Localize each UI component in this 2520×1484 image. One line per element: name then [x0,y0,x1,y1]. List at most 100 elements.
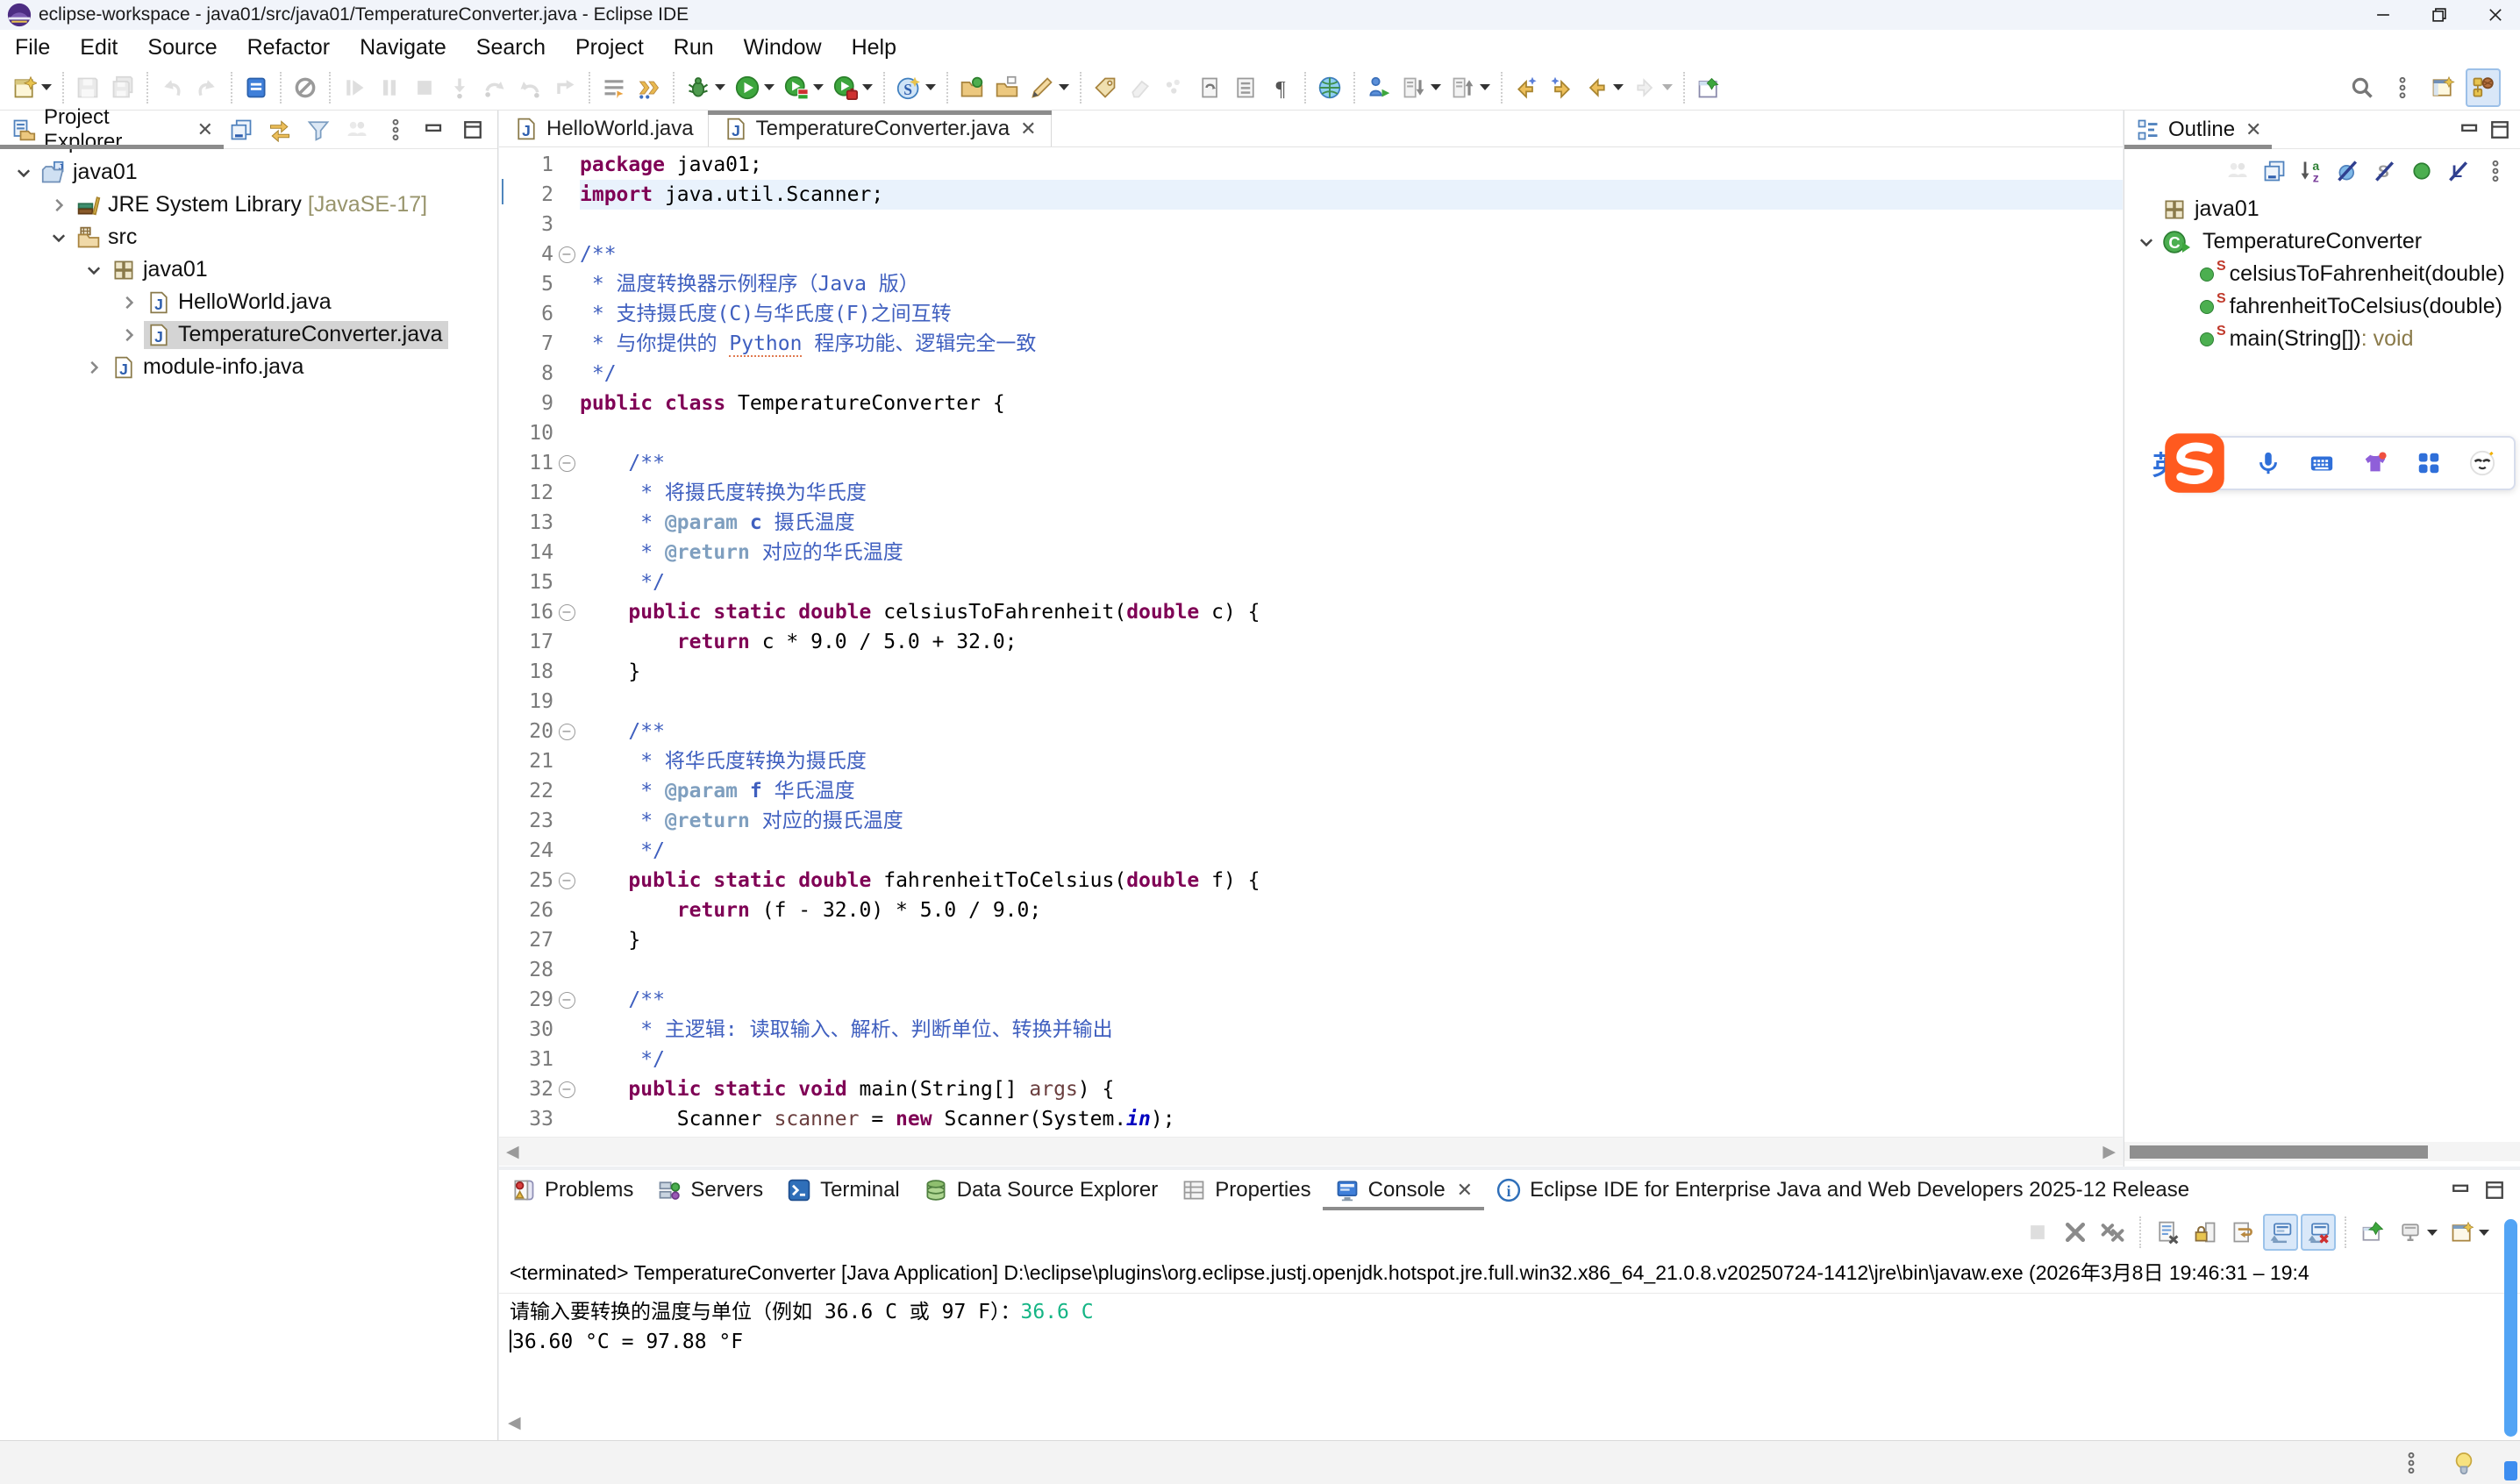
outline-item-main-string-[interactable]: Smain(String[]) : void [2124,323,2520,355]
annotation-ruler[interactable] [499,717,517,746]
code-text[interactable]: Scanner scanner = new Scanner(System.in)… [580,1104,2123,1134]
code-text[interactable]: import java.util.Scanner; [580,180,2123,210]
fold-column[interactable] [553,418,580,448]
annotation-ruler[interactable] [499,746,517,776]
next-annotation-button[interactable] [1396,68,1446,107]
ime-microphone-button[interactable] [2251,445,2286,482]
line-number[interactable]: 33 [517,1104,553,1134]
status-overflow-button[interactable] [2394,1445,2429,1481]
previous-annotation-dropdown-icon[interactable] [1480,84,1490,90]
fold-collapse-icon[interactable]: – [559,1081,575,1098]
smart-assist-button[interactable] [2446,1445,2481,1481]
filter-button[interactable] [301,111,336,149]
annotation-ruler[interactable] [499,776,517,806]
line-number[interactable]: 21 [517,746,553,776]
code-text[interactable]: return c * 9.0 / 5.0 + 32.0; [580,627,2123,657]
code-text[interactable]: } [580,657,2123,687]
fold-column[interactable] [553,657,580,687]
bottom-tab-console[interactable]: Console✕ [1323,1170,1485,1210]
fold-column[interactable] [553,836,580,866]
sogou-logo-icon[interactable] [2163,432,2226,495]
new-wizard-dropdown-icon[interactable] [41,84,52,90]
code-text[interactable]: * 将华氏度转换为摄氏度 [580,746,2123,776]
line-number[interactable]: 24 [517,836,553,866]
next-annotation-dropdown-icon[interactable] [1431,84,1441,90]
open-resource-button[interactable] [989,68,1024,107]
menu-project[interactable]: Project [560,30,659,65]
menu-help[interactable]: Help [837,30,911,65]
code-line-16[interactable]: 16– public static double celsiusToFahren… [499,597,2123,627]
annotation-ruler[interactable] [499,538,517,567]
code-line-22[interactable]: 22 * @param f 华氏温度 [499,776,2123,806]
line-number[interactable]: 13 [517,508,553,538]
code-text[interactable]: public static void main(String[] args) { [580,1074,2123,1104]
line-number[interactable]: 2 [517,180,553,210]
code-text[interactable]: * @return 对应的华氏温度 [580,538,2123,567]
line-number[interactable]: 15 [517,567,553,597]
collapse-all-button[interactable] [2257,152,2292,190]
line-number[interactable]: 27 [517,925,553,955]
bottom-tab-problems[interactable]: Problems [499,1170,645,1210]
code-line-13[interactable]: 13 * @param c 摄氏温度 [499,508,2123,538]
code-text[interactable]: * 与你提供的 Python 程序功能、逻辑完全一致 [580,329,2123,359]
fold-collapse-icon[interactable]: – [559,724,575,740]
code-line-6[interactable]: 6 * 支持摄氏度(C)与华氏度(F)之间互转 [499,299,2123,329]
fold-column[interactable] [553,955,580,985]
open-console-button[interactable] [2445,1214,2494,1251]
line-number[interactable]: 5 [517,269,553,299]
import-projects-button[interactable] [954,68,989,107]
line-number[interactable]: 25 [517,866,553,895]
code-line-8[interactable]: 8 */ [499,359,2123,389]
menu-run[interactable]: Run [659,30,729,65]
minimize-button[interactable] [2352,0,2408,30]
fold-column[interactable]: – [553,239,580,269]
line-number[interactable]: 26 [517,895,553,925]
fold-column[interactable]: – [553,717,580,746]
profile-button[interactable] [828,68,877,107]
annotation-ruler[interactable] [499,389,517,418]
fold-column[interactable] [553,299,580,329]
fold-column[interactable] [553,567,580,597]
fold-column[interactable] [553,538,580,567]
line-number[interactable]: 10 [517,418,553,448]
bottom-tab-eclipse-ide-for-enterprise-java-and-web-[interactable]: iEclipse IDE for Enterprise Java and Web… [1484,1170,2201,1210]
code-text[interactable]: */ [580,359,2123,389]
open-console-dropdown-icon[interactable] [2479,1230,2489,1236]
code-text[interactable]: */ [580,1045,2123,1074]
code-text[interactable]: */ [580,567,2123,597]
annotation-ruler[interactable] [499,1015,517,1045]
fold-collapse-icon[interactable]: – [559,455,575,472]
code-line-28[interactable]: 28 [499,955,2123,985]
code-line-30[interactable]: 30 * 主逻辑: 读取输入、解析、判断单位、转换并输出 [499,1015,2123,1045]
code-text[interactable]: * @param f 华氏温度 [580,776,2123,806]
code-line-17[interactable]: 17 return c * 9.0 / 5.0 + 32.0; [499,627,2123,657]
code-text[interactable]: return (f - 32.0) * 5.0 / 9.0; [580,895,2123,925]
chevron-down-icon[interactable] [9,163,39,182]
code-line-15[interactable]: 15 */ [499,567,2123,597]
menu-file[interactable]: File [0,30,65,65]
code-line-10[interactable]: 10 [499,418,2123,448]
annotation-ruler[interactable] [499,508,517,538]
annotation-ruler[interactable] [499,239,517,269]
annotation-ruler[interactable] [499,448,517,478]
tree-item-src[interactable]: src [0,221,497,253]
back-history-dropdown-icon[interactable] [1613,84,1624,90]
fold-column[interactable] [553,389,580,418]
annotation-ruler[interactable] [499,895,517,925]
external-tools-button[interactable] [1361,68,1396,107]
new-web-service-dropdown-icon[interactable] [925,84,936,90]
maximize-view-icon[interactable] [2487,117,2513,143]
display-selected-console-button[interactable] [2393,1214,2442,1251]
editor-tab-helloworld-java[interactable]: JHelloWorld.java [499,111,708,146]
code-text[interactable] [580,687,2123,717]
collapse-all-button[interactable] [224,111,259,149]
tree-item-module-info-java[interactable]: Jmodule-info.java [0,351,497,383]
fold-column[interactable] [553,1015,580,1045]
code-text[interactable]: public static double fahrenheitToCelsius… [580,866,2123,895]
outline-item-java01[interactable]: java01 [2124,193,2520,225]
code-line-4[interactable]: 4–/** [499,239,2123,269]
fold-column[interactable] [553,210,580,239]
line-number[interactable]: 17 [517,627,553,657]
new-web-service-button[interactable]: S [891,68,940,107]
code-line-23[interactable]: 23 * @return 对应的摄氏温度 [499,806,2123,836]
